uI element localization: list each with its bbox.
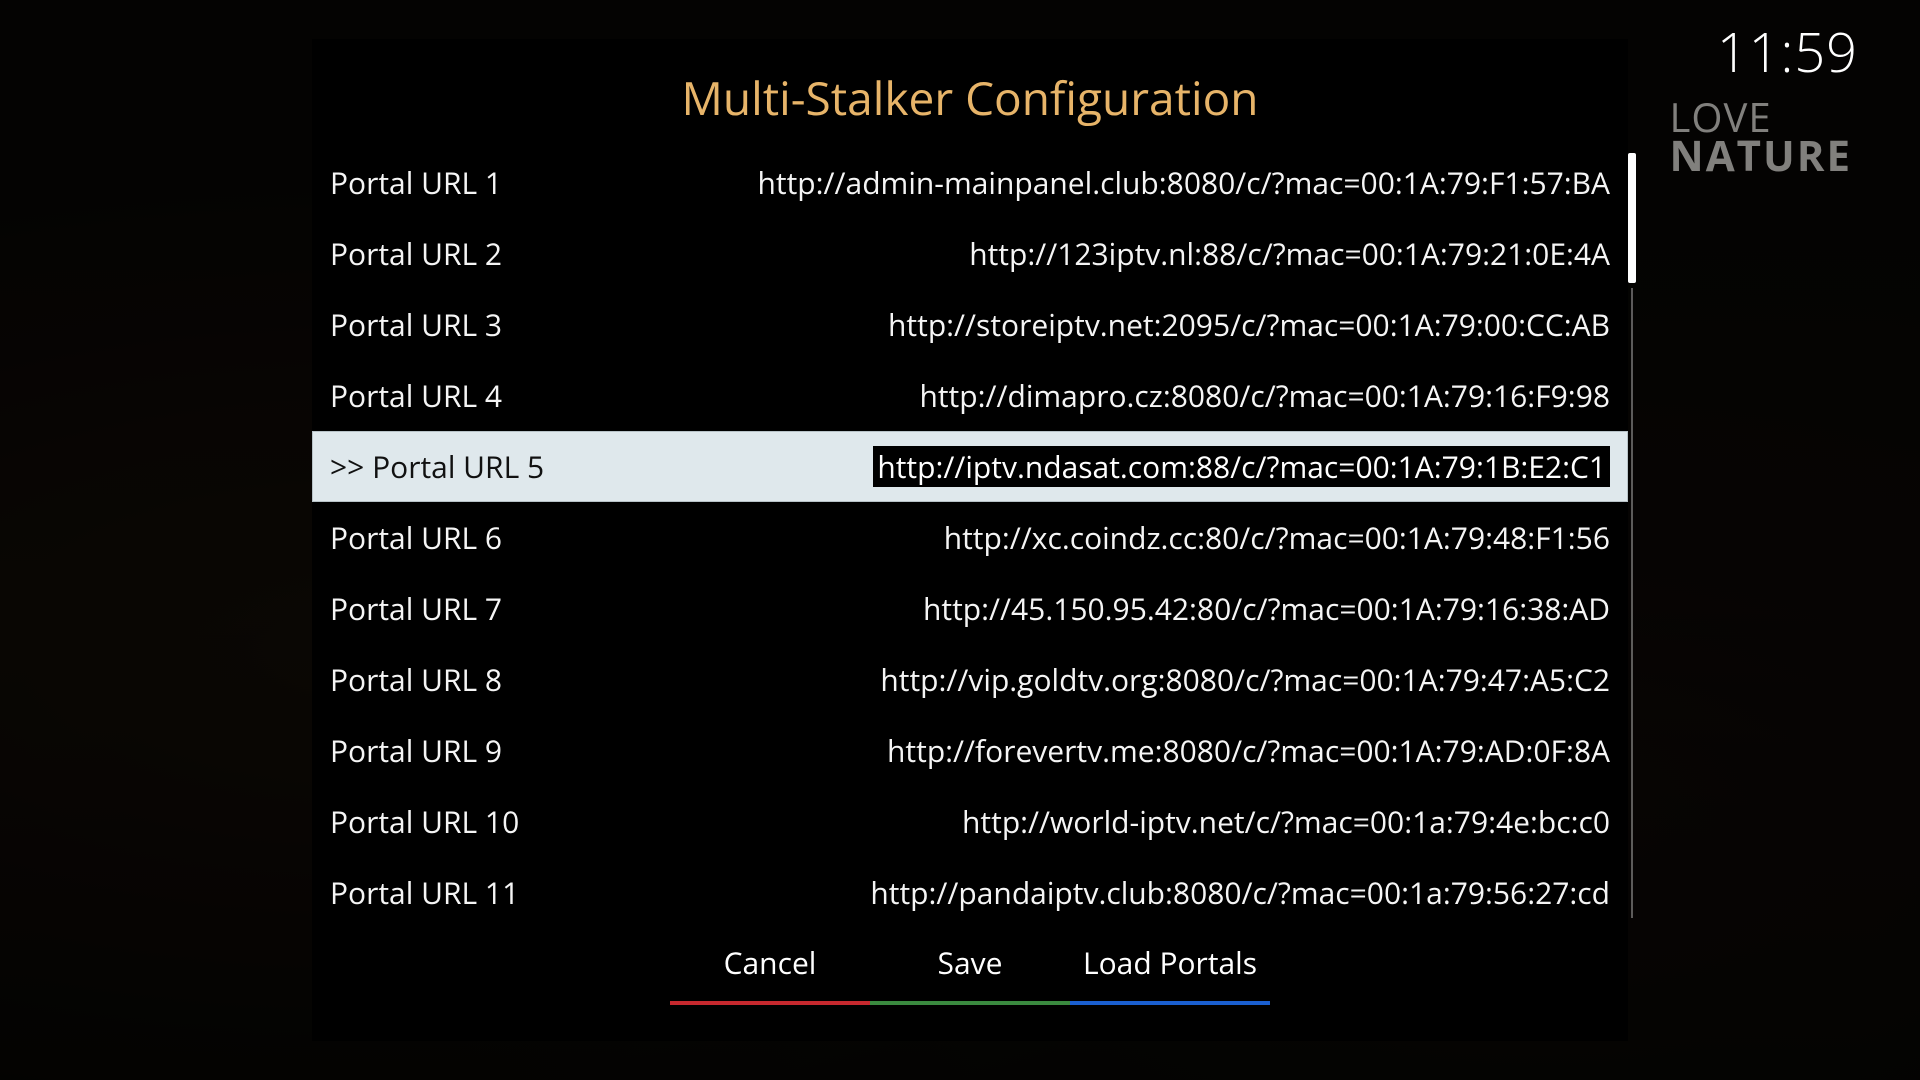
clock: 11:59 — [1717, 14, 1858, 88]
portal-row-value[interactable]: http://45.150.95.42:80/c/?mac=00:1A:79:1… — [923, 588, 1610, 629]
portal-row[interactable]: Portal URL 4 http://dimapro.cz:8080/c/?ma… — [312, 360, 1628, 431]
portal-row-value[interactable]: http://dimapro.cz:8080/c/?mac=00:1A:79:1… — [919, 375, 1610, 416]
portal-row-label: Portal URL 11 — [330, 872, 519, 913]
configuration-dialog: Multi-Stalker Configuration Portal URL 1… — [312, 39, 1628, 1041]
scrollbar-rail — [1631, 288, 1633, 918]
portal-row-label: Portal URL 2 — [330, 233, 502, 274]
portal-row-label: Portal URL 9 — [330, 730, 502, 771]
portal-row-value[interactable]: http://forevertv.me:8080/c/?mac=00:1A:79… — [887, 730, 1610, 771]
scrollbar-thumb[interactable] — [1628, 153, 1636, 283]
portal-row-value[interactable]: http://iptv.ndasat.com:88/c/?mac=00:1A:7… — [873, 446, 1610, 487]
channel-logo: Love NATURE — [1670, 98, 1852, 176]
portal-row-value[interactable]: http://admin-mainpanel.club:8080/c/?mac=… — [758, 162, 1611, 203]
portal-row[interactable]: Portal URL 9 http://forevertv.me:8080/c/?… — [312, 715, 1628, 786]
portal-row-value[interactable]: http://storeiptv.net:2095/c/?mac=00:1A:7… — [888, 304, 1610, 345]
load-portals-button[interactable]: Load Portals — [1070, 936, 1270, 999]
portal-row[interactable]: Portal URL 7 http://45.150.95.42:80/c/?ma… — [312, 573, 1628, 644]
portal-row-value[interactable]: http://pandaiptv.club:8080/c/?mac=00:1a:… — [870, 872, 1610, 913]
portal-row-label: Portal URL 7 — [330, 588, 502, 629]
portal-row-label: Portal URL 10 — [330, 801, 519, 842]
portal-row-label: Portal URL 4 — [330, 375, 502, 416]
portal-row-label: >> Portal URL 5 — [330, 446, 544, 487]
portal-row[interactable]: Portal URL 3 http://storeiptv.net:2095/c/… — [312, 289, 1628, 360]
portal-row[interactable]: Portal URL 11 http://pandaiptv.club:8080/… — [312, 857, 1628, 928]
load-portals-underline-blue — [1070, 1001, 1270, 1005]
portal-row-label: Portal URL 8 — [330, 659, 502, 700]
portal-row[interactable]: Portal URL 2 http://123iptv.nl:88/c/?mac=… — [312, 218, 1628, 289]
scrollbar[interactable] — [1626, 153, 1636, 923]
channel-logo-line2: NATURE — [1670, 127, 1852, 184]
button-row: Cancel Save Load Portals — [312, 936, 1628, 999]
dialog-footer: Cancel Save Load Portals — [312, 936, 1628, 1005]
cancel-underline-red — [670, 1001, 870, 1005]
portal-row-value[interactable]: http://vip.goldtv.org:8080/c/?mac=00:1A:… — [880, 659, 1610, 700]
portal-row[interactable]: >> Portal URL 5 http://iptv.ndasat.com:88… — [312, 431, 1628, 502]
portal-row-value[interactable]: http://123iptv.nl:88/c/?mac=00:1A:79:21:… — [969, 233, 1610, 274]
portal-row[interactable]: Portal URL 1 http://admin-mainpanel.club:… — [312, 147, 1628, 218]
dialog-title: Multi-Stalker Configuration — [312, 39, 1628, 147]
portal-row[interactable]: Portal URL 10 http://world-iptv.net/c/?ma… — [312, 786, 1628, 857]
portal-row-label: Portal URL 3 — [330, 304, 502, 345]
portal-row[interactable]: Portal URL 8 http://vip.goldtv.org:8080/c… — [312, 644, 1628, 715]
portal-list-container: Portal URL 1 http://admin-mainpanel.club:… — [312, 147, 1628, 927]
save-underline-green — [870, 1001, 1070, 1005]
portal-row-label: Portal URL 1 — [330, 162, 502, 203]
button-underline-row — [312, 1001, 1628, 1005]
portal-list: Portal URL 1 http://admin-mainpanel.club:… — [312, 147, 1628, 928]
portal-row-value[interactable]: http://xc.coindz.cc:80/c/?mac=00:1A:79:4… — [944, 517, 1610, 558]
portal-row-value[interactable]: http://world-iptv.net/c/?mac=00:1a:79:4e… — [962, 801, 1610, 842]
cancel-button[interactable]: Cancel — [670, 936, 870, 999]
save-button[interactable]: Save — [870, 936, 1070, 999]
portal-row[interactable]: Portal URL 6 http://xc.coindz.cc:80/c/?ma… — [312, 502, 1628, 573]
portal-row-label: Portal URL 6 — [330, 517, 502, 558]
